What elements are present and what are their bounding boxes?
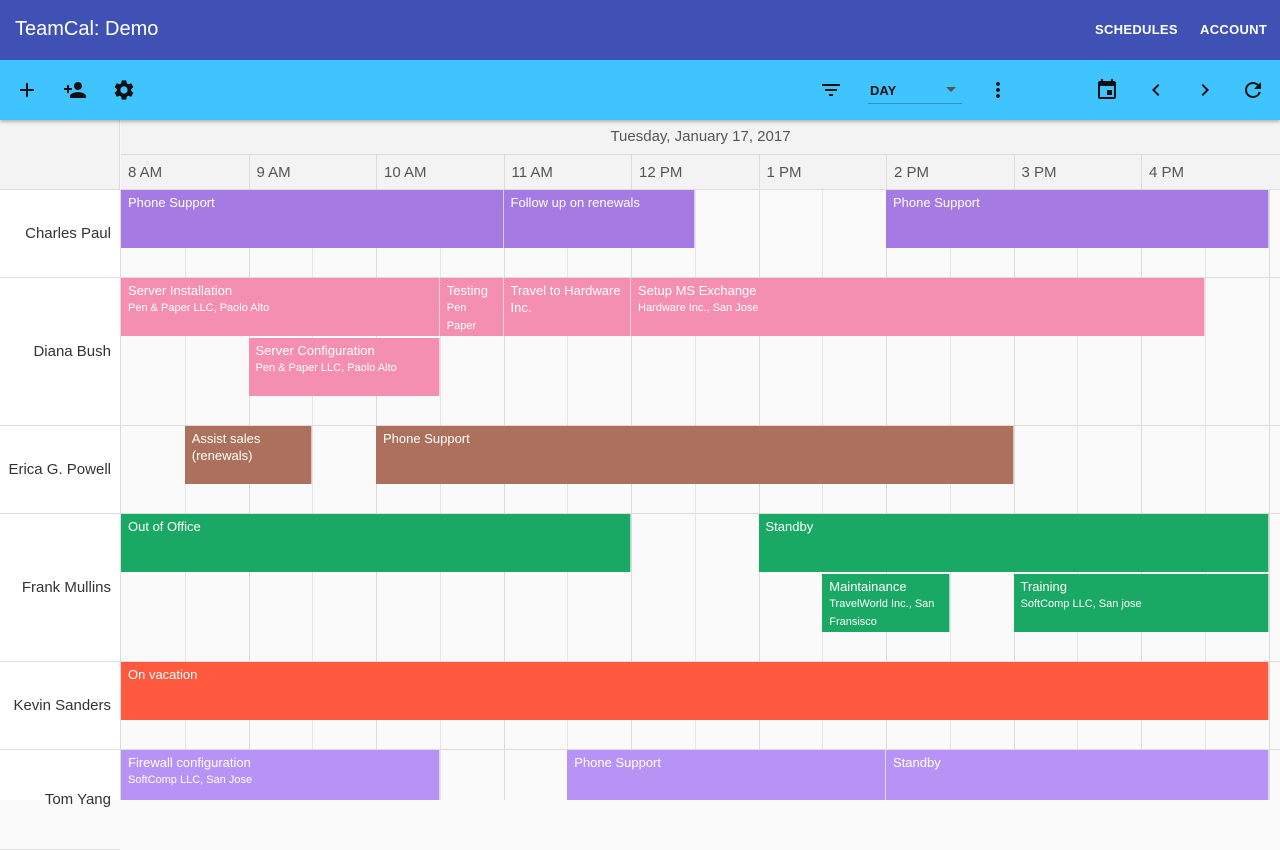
view-select[interactable]: DAY: [868, 76, 962, 104]
event-block[interactable]: Standby: [758, 514, 1269, 572]
app-bar: TeamCal: Demo SCHEDULES ACCOUNT: [0, 0, 1280, 60]
header-corner: [0, 120, 120, 190]
event-block[interactable]: Assist sales (renewals): [184, 426, 313, 484]
resource-row-label: Erica G. Powell: [0, 426, 120, 514]
view-select-value: DAY: [870, 83, 897, 98]
event-title: Standby: [765, 519, 814, 534]
event-title: Maintainance: [829, 579, 907, 594]
event-block[interactable]: On vacation: [121, 662, 1269, 720]
event-location: SoftComp LLC, San jose: [1020, 598, 1142, 610]
event-title: Phone Support: [574, 755, 661, 770]
resource-row-label: Charles Paul: [0, 190, 120, 278]
hour-label: 9 AM: [248, 155, 377, 190]
more-vert-icon[interactable]: [986, 78, 1010, 102]
event-title: Travel to Hardware Inc.: [510, 283, 621, 315]
timeline-grid[interactable]: Phone Support Follow up on renewals Phone …: [121, 190, 1280, 800]
scheduler: Tuesday, January 17, 2017 8 AM 9 AM 10 AM 1…: [0, 120, 1280, 850]
add-person-icon[interactable]: [63, 78, 87, 102]
event-location: Pen & Paper LLC, Paolo Alto: [255, 362, 397, 374]
event-block[interactable]: Training SoftComp LLC, San jose: [1013, 574, 1269, 632]
event-location: SoftComp LLC, San Jose: [128, 774, 253, 786]
event-title: Standby: [893, 755, 941, 770]
event-block[interactable]: Standby: [886, 750, 1269, 800]
hour-label: 12 PM: [631, 155, 759, 190]
event-title: Phone Support: [383, 431, 470, 446]
event-block[interactable]: Server Installation Pen & Paper LLC, Paol…: [121, 278, 440, 336]
resource-column: Charles Paul Diana Bush Erica G. Powell Fra…: [0, 190, 121, 850]
event-block[interactable]: Phone Support: [376, 426, 1014, 484]
hour-label: 1 PM: [758, 155, 887, 190]
event-block[interactable]: Maintainance TravelWorld Inc., San Fransi…: [822, 574, 950, 632]
resource-name: Frank Mullins: [21, 579, 111, 596]
event-location: Hardware Inc., San Jose: [638, 302, 759, 314]
chevron-left-icon[interactable]: [1144, 78, 1168, 102]
resource-name: Diana Bush: [33, 343, 111, 360]
hour-label: 10 AM: [376, 155, 504, 190]
event-block[interactable]: Follow up on renewals: [503, 190, 695, 248]
event-location: TravelWorld Inc., San Fransisco: [829, 598, 935, 628]
add-icon[interactable]: [15, 78, 39, 102]
event-block[interactable]: Testing Pen Paper: [439, 278, 504, 336]
event-location: Pen & Paper LLC, Paolo Alto: [128, 302, 270, 314]
date-header: Tuesday, January 17, 2017: [121, 120, 1280, 155]
hour-label: 2 PM: [886, 155, 1014, 190]
nav-account[interactable]: ACCOUNT: [1200, 22, 1267, 37]
event-title: Training: [1020, 579, 1067, 594]
hour-label: 8 AM: [128, 164, 163, 181]
resource-name: Charles Paul: [25, 225, 111, 242]
calendar-icon[interactable]: [1095, 78, 1119, 102]
hour-label: 3 PM: [1013, 155, 1142, 190]
app-title: TeamCal: Demo: [15, 18, 159, 40]
settings-icon[interactable]: [112, 78, 136, 102]
resource-row-label: Diana Bush: [0, 278, 120, 426]
nav-schedules[interactable]: SCHEDULES: [1095, 22, 1178, 37]
event-title: Server Configuration: [255, 343, 375, 358]
event-title: Follow up on renewals: [510, 195, 640, 210]
event-title: Phone Support: [893, 195, 980, 210]
resource-row-label: Kevin Sanders: [0, 662, 120, 750]
event-title: Firewall configuration: [128, 755, 251, 770]
event-block[interactable]: Travel to Hardware Inc.: [503, 278, 631, 336]
hour-label: 11 AM: [503, 155, 632, 190]
event-block[interactable]: Setup MS Exchange Hardware Inc., San Jose: [631, 278, 1205, 336]
resource-row-label: Frank Mullins: [0, 514, 120, 662]
chevron-right-icon[interactable]: [1193, 78, 1217, 102]
hour-label: 4 PM: [1141, 155, 1269, 190]
filter-icon[interactable]: [819, 78, 843, 102]
event-title: Server Installation: [128, 283, 233, 298]
dropdown-arrow-icon: [946, 87, 956, 92]
hour-header: 8 AM 9 AM 10 AM 11 AM 12 PM 1 PM 2 PM 3 PM 4 PM: [121, 155, 1280, 190]
event-block[interactable]: Firewall configuration SoftComp LLC, San …: [121, 750, 440, 800]
event-title: Assist sales (renewals): [191, 431, 261, 463]
event-block[interactable]: Phone Support: [886, 190, 1269, 248]
event-title: Out of Office: [128, 519, 201, 534]
event-location: Pen Paper: [446, 302, 477, 332]
refresh-icon[interactable]: [1241, 78, 1265, 102]
resource-name: Kevin Sanders: [13, 697, 111, 714]
grid-line: [1268, 190, 1270, 800]
event-title: Setup MS Exchange: [638, 283, 757, 298]
event-block[interactable]: Out of Office: [121, 514, 631, 572]
event-title: On vacation: [128, 667, 198, 682]
resource-name: Erica G. Powell: [8, 461, 111, 478]
event-title: Phone Support: [128, 195, 215, 210]
event-title: Testing: [446, 283, 488, 298]
toolbar: DAY: [0, 60, 1280, 120]
resource-row-label: Tom Yang: [0, 750, 120, 850]
event-block[interactable]: Server Configuration Pen & Paper LLC, Pao…: [248, 338, 440, 396]
event-block[interactable]: Phone Support: [567, 750, 886, 800]
event-block[interactable]: Phone Support: [121, 190, 504, 248]
